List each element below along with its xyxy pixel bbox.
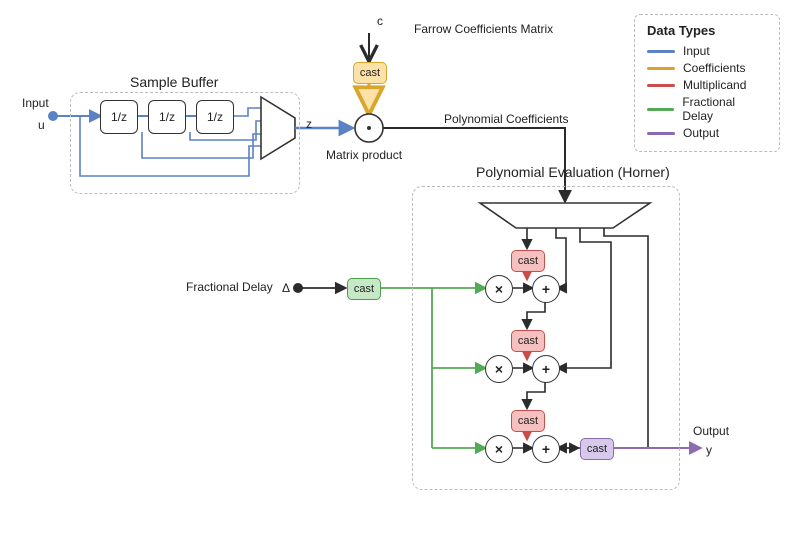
sample-buffer-title: Sample Buffer	[130, 74, 218, 90]
input-port-icon	[48, 111, 58, 121]
legend-item-frac: Fractional Delay	[647, 95, 767, 123]
legend-label: Coefficients	[683, 61, 745, 75]
multiply-op-1: ×	[485, 275, 513, 303]
z-label: z	[306, 117, 312, 131]
cast-multiplicand-1: cast	[511, 250, 545, 272]
input-symbol: u	[38, 118, 45, 132]
legend-item-out: Output	[647, 126, 767, 140]
cast-fractional-delay: cast	[347, 278, 381, 300]
input-label: Input	[22, 96, 49, 110]
legend-label: Multiplicand	[683, 78, 746, 92]
legend-box: Data Types Input Coefficients Multiplica…	[634, 14, 780, 152]
add-op-1: +	[532, 275, 560, 303]
delay-block-2: 1/z	[148, 100, 186, 134]
farrow-c-symbol: c	[377, 14, 383, 28]
frac-delay-port-icon	[293, 283, 303, 293]
add-op-3: +	[532, 435, 560, 463]
legend-title: Data Types	[647, 23, 767, 38]
cast-multiplicand-3: cast	[511, 410, 545, 432]
cast-multiplicand-2: cast	[511, 330, 545, 352]
legend-label: Input	[683, 44, 710, 58]
legend-item-input: Input	[647, 44, 767, 58]
legend-label: Fractional Delay	[682, 95, 767, 123]
output-symbol: y	[706, 443, 712, 457]
legend-item-coef: Coefficients	[647, 61, 767, 75]
legend-label: Output	[683, 126, 719, 140]
multiply-op-3: ×	[485, 435, 513, 463]
cast-coefficients: cast	[353, 62, 387, 84]
farrow-title: Farrow Coefficients Matrix	[414, 22, 553, 36]
cast-output: cast	[580, 438, 614, 460]
delay-block-3: 1/z	[196, 100, 234, 134]
output-label: Output	[693, 424, 729, 438]
delay-block-1: 1/z	[100, 100, 138, 134]
frac-delay-symbol: Δ	[282, 281, 290, 295]
poly-coef-label: Polynomial Coefficients	[444, 112, 569, 126]
frac-delay-label: Fractional Delay	[186, 280, 273, 294]
legend-item-mult: Multiplicand	[647, 78, 767, 92]
multiply-op-2: ×	[485, 355, 513, 383]
add-op-2: +	[532, 355, 560, 383]
matrix-product-label: Matrix product	[326, 148, 402, 162]
horner-title: Polynomial Evaluation (Horner)	[476, 164, 670, 180]
